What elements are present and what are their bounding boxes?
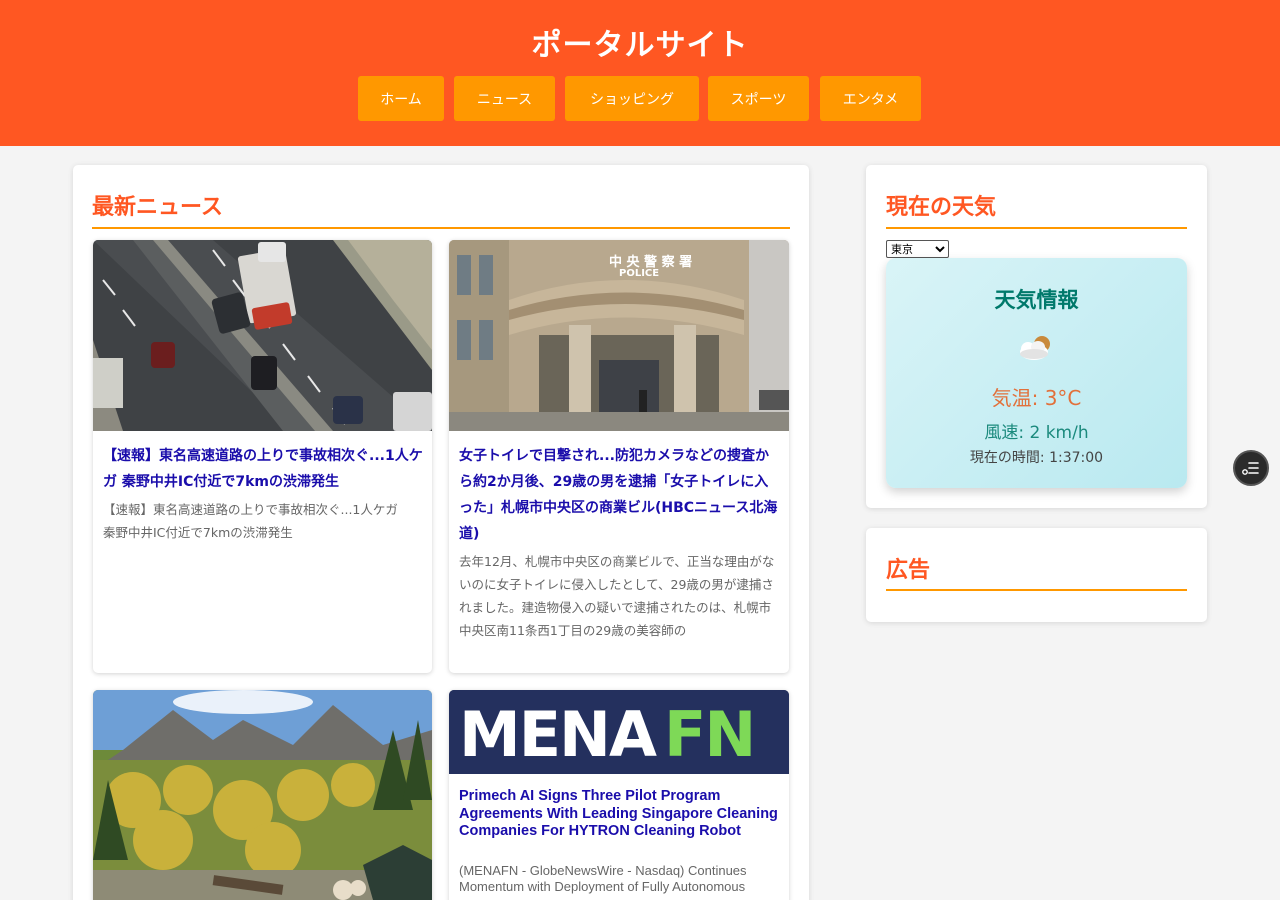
police-sign-text: POLICE [619,268,659,279]
news-card-title[interactable]: 【速報】東名高速道路の上りで事故相次ぐ...1人ケガ 秦野中井IC付近で7kmの… [103,443,425,495]
weather-card: 天気情報 気温: 3°C 風速: 2 km/h 現在の時間: 1:37:00 [886,258,1187,488]
nav-shopping-button[interactable]: ショッピング [565,76,699,121]
floating-menu-button[interactable] [1233,450,1269,486]
news-card-title[interactable]: Primech AI Signs Three Pilot Program Agr… [459,788,779,841]
news-image-highway [93,240,432,431]
news-card[interactable] [93,690,432,900]
nav-entertainment-button[interactable]: エンタメ [820,76,921,121]
news-section-title: 最新ニュース [92,195,223,220]
menafn-logo-text-2: FN [664,698,754,771]
news-image-mountain-camp [93,690,432,900]
ads-section-title: 広告 [886,558,931,583]
news-card[interactable]: MENA FN Primech AI Signs Three Pilot Pro… [449,690,789,900]
news-card-description: 去年12月、札幌市中央区の商業ビルで、正当な理由がないのに女子トイレに侵入したと… [459,554,775,638]
news-card-description: 【速報】東名高速道路の上りで事故相次ぐ...1人ケガ 秦野中井IC付近で7kmの… [103,502,398,540]
partly-cloudy-icon [1016,332,1056,368]
news-card-description: (MENAFN - GlobeNewsWire - Nasdaq) Contin… [459,863,747,894]
menafn-logo-text-1: MENA [459,698,657,771]
nav-home-button[interactable]: ホーム [358,76,444,121]
nav-news-button[interactable]: ニュース [454,76,555,121]
weather-section-title: 現在の天気 [886,195,997,220]
weather-divider [886,227,1187,229]
wind-speed-text: 風速: 2 km/h [984,423,1089,443]
weather-card-title: 天気情報 [994,288,1079,312]
nav-sports-button[interactable]: スポーツ [708,76,809,121]
news-card-title[interactable]: 女子トイレで目撃され...防犯カメラなどの捜査から約2か月後、29歳の男を逮捕「… [459,443,781,547]
news-card[interactable]: 【速報】東名高速道路の上りで事故相次ぐ...1人ケガ 秦野中井IC付近で7kmの… [93,240,432,673]
site-title: ポータルサイト [531,28,749,63]
menafn-logo-image: MENA FN [449,690,789,774]
ads-divider [886,589,1187,591]
city-select[interactable]: 東京 [886,240,949,258]
current-time-text: 現在の時間: 1:37:00 [969,450,1104,466]
news-card[interactable]: 中 央 警 察 署 POLICE 女子トイレで目撃され...防犯カメラなどの捜査… [449,240,789,673]
temperature-text: 気温: 3°C [991,386,1082,410]
news-image-police-station: 中 央 警 察 署 POLICE [449,240,789,431]
list-menu-icon [1242,462,1259,475]
news-divider [92,227,790,229]
site-header: ポータルサイト ホーム ニュース ショッピング スポーツ エンタメ [0,0,1280,146]
